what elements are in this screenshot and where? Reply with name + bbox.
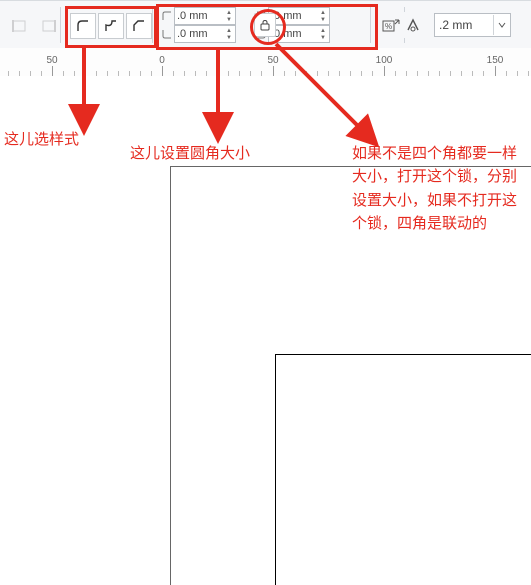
corner-top-right-input[interactable]: ▲▼ [268,7,330,25]
toolbar: ▲▼ ▲▼ ▲▼ [0,0,531,50]
outline-pen-icon[interactable] [400,12,426,38]
corner-top-left-input[interactable]: ▲▼ [174,7,236,25]
corner-style-chamfer-button[interactable] [126,13,152,39]
spin-up-icon[interactable]: ▲ [317,9,329,16]
corner-top-left-field[interactable] [175,9,223,23]
corner-top-left-icon [160,7,174,25]
spin-down-icon[interactable]: ▼ [223,16,235,23]
corner-bottom-right-field[interactable] [269,27,317,41]
horizontal-ruler: 50 0 50 100 150 [0,48,531,77]
corner-style-scallop-button[interactable] [98,13,124,39]
align-right-icon[interactable] [36,13,62,39]
annotation-lock: 如果不是四个角都要一样大小，打开这个锁，分别设置大小，如果不打开这个锁，四角是联… [352,142,524,235]
spin-up-icon[interactable]: ▲ [223,9,235,16]
spin-up-icon[interactable]: ▲ [317,27,329,34]
annotation-radius: 这儿设置圆角大小 [130,142,250,165]
align-left-icon[interactable] [6,13,32,39]
spin-down-icon[interactable]: ▼ [317,34,329,41]
ruler-label: 0 [159,55,165,66]
chevron-down-icon[interactable] [493,15,510,35]
separator [60,7,61,43]
corner-bottom-left-input[interactable]: ▲▼ [174,25,236,43]
outline-width-input[interactable] [434,13,511,37]
separator [370,7,371,43]
ruler-label: 150 [487,55,504,66]
align-group [6,13,62,39]
ruler-label: 50 [46,55,57,66]
spin-up-icon[interactable]: ▲ [223,27,235,34]
annotation-style: 这儿选样式 [4,128,79,151]
drawn-rectangle[interactable] [275,354,531,585]
lock-corners-button[interactable] [254,13,276,37]
corner-style-group [70,13,152,39]
outline-width-group [400,13,511,37]
corner-style-round-button[interactable] [70,13,96,39]
spin-down-icon[interactable]: ▼ [317,16,329,23]
svg-text:%: % [385,22,392,31]
outline-width-field[interactable] [435,15,493,35]
corner-top-right-field[interactable] [269,9,317,23]
corner-bottom-left-field[interactable] [175,27,223,41]
ruler-label: 50 [267,55,278,66]
spin-down-icon[interactable]: ▼ [223,34,235,41]
corner-bottom-left-icon [160,25,174,43]
separator [152,7,153,43]
corner-bottom-right-input[interactable]: ▲▼ [268,25,330,43]
ruler-label: 100 [376,55,393,66]
lock-icon [259,19,271,31]
